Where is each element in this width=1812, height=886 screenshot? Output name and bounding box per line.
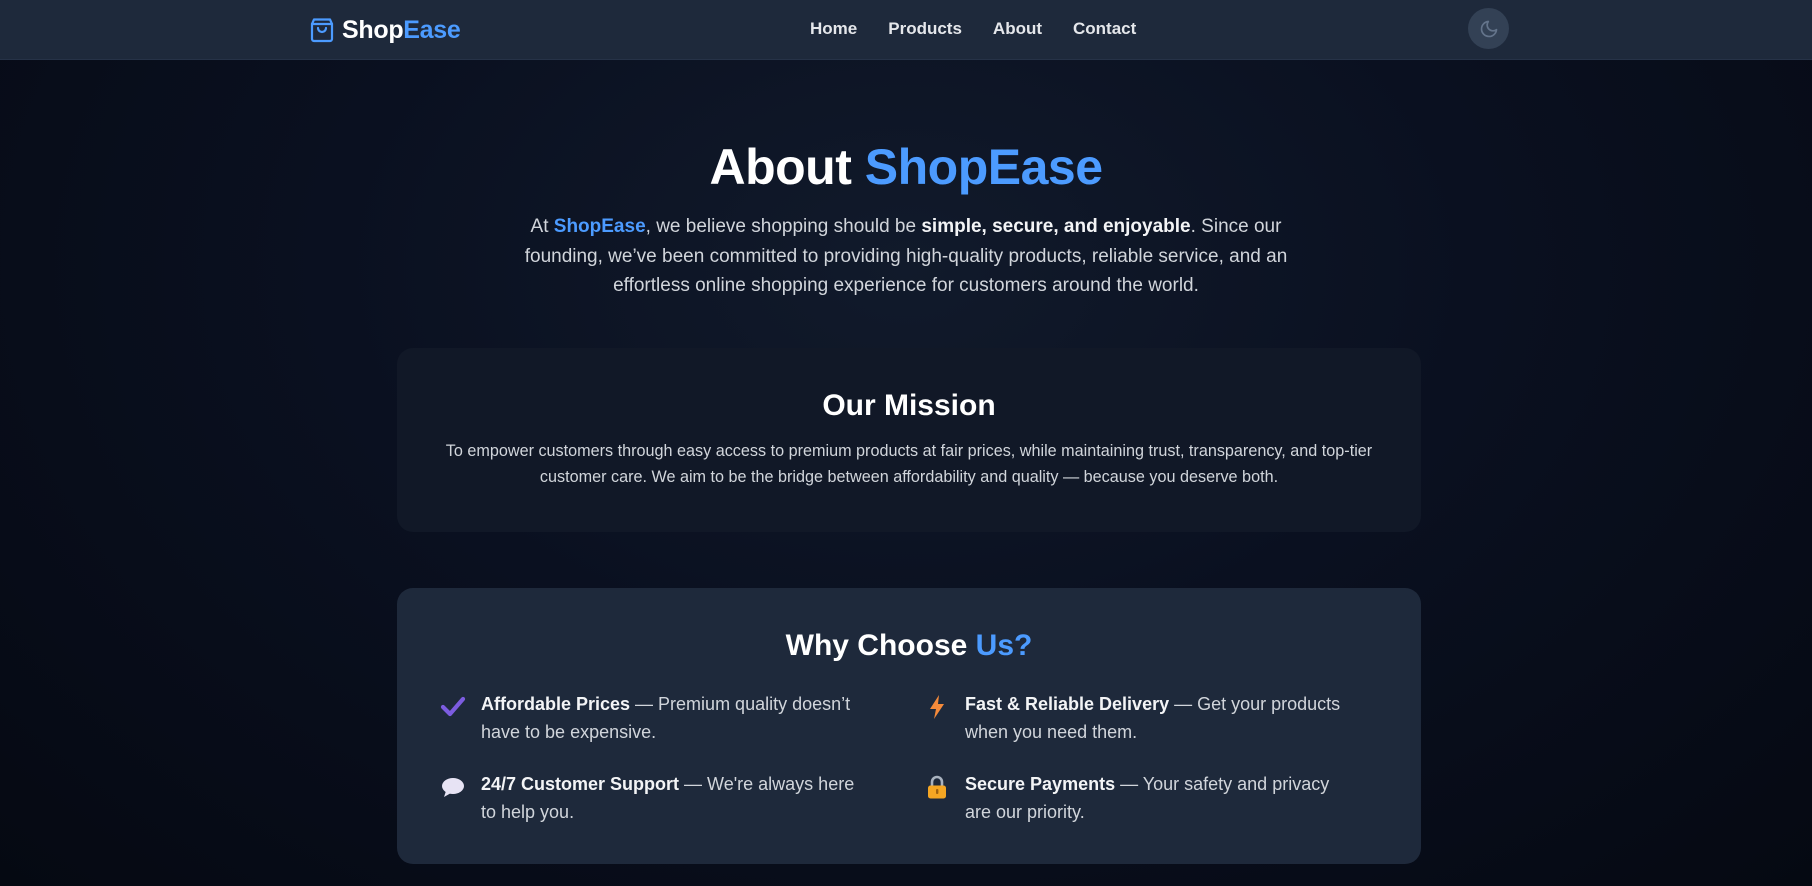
speech-bubble-icon xyxy=(439,773,467,801)
feature-title: Affordable Prices xyxy=(481,694,631,714)
brand-name-part1: Shop xyxy=(342,15,404,44)
nav-links: Home Products About Contact xyxy=(810,0,1136,58)
mission-text: To empower customers through easy access… xyxy=(445,442,1373,486)
lock-icon xyxy=(923,773,951,801)
feature-title: Secure Payments xyxy=(965,774,1116,794)
intro-paragraph: At ShopEase, we believe shopping should … xyxy=(506,212,1306,301)
intro-text-1: At xyxy=(530,216,554,237)
intro-brand: ShopEase xyxy=(553,216,646,237)
brand-name: ShopEase xyxy=(342,15,461,45)
nav-link-products[interactable]: Products xyxy=(888,19,962,39)
feature-text: Fast & Reliable Delivery — Get your prod… xyxy=(965,690,1353,746)
check-icon xyxy=(439,693,467,721)
why-title-accent: Us? xyxy=(975,629,1033,662)
intro-text-2: , we believe shopping should be xyxy=(645,216,922,237)
nav-link-contact[interactable]: Contact xyxy=(1073,19,1136,39)
why-choose-us-card: Why Choose Us? Affordable Prices — Premi… xyxy=(397,588,1421,864)
theme-toggle-button[interactable] xyxy=(1468,8,1509,49)
intro-bold: simple, secure, and enjoyable xyxy=(921,216,1191,237)
feature-secure-payments: Secure Payments — Your safety and privac… xyxy=(923,770,1353,826)
mission-card: Our Mission To empower customers through… xyxy=(397,348,1421,532)
page-title: About ShopEase xyxy=(0,135,1812,199)
feature-text: Secure Payments — Your safety and privac… xyxy=(965,770,1353,826)
why-title: Why Choose Us? xyxy=(397,628,1421,664)
brand-name-part2: Ease xyxy=(403,15,461,44)
nav-link-home[interactable]: Home xyxy=(810,19,857,39)
page-title-accent: ShopEase xyxy=(864,139,1103,195)
why-title-main: Why Choose xyxy=(785,629,976,662)
feature-customer-support: 24/7 Customer Support — We're always her… xyxy=(439,770,869,826)
page-title-main: About xyxy=(709,139,865,195)
feature-text: Affordable Prices — Premium quality does… xyxy=(481,690,869,746)
feature-affordable-prices: Affordable Prices — Premium quality does… xyxy=(439,690,869,746)
mission-title: Our Mission xyxy=(822,389,996,422)
navbar: ShopEase Home Products About Contact xyxy=(0,0,1812,60)
feature-title: 24/7 Customer Support xyxy=(481,774,680,794)
shopping-bag-icon xyxy=(310,18,334,43)
feature-text: 24/7 Customer Support — We're always her… xyxy=(481,770,869,826)
feature-title: Fast & Reliable Delivery xyxy=(965,694,1170,714)
nav-link-about[interactable]: About xyxy=(993,19,1042,39)
lightning-icon xyxy=(923,693,951,721)
brand-logo[interactable]: ShopEase xyxy=(310,13,461,47)
moon-icon xyxy=(1480,20,1497,37)
feature-fast-delivery: Fast & Reliable Delivery — Get your prod… xyxy=(923,690,1353,746)
